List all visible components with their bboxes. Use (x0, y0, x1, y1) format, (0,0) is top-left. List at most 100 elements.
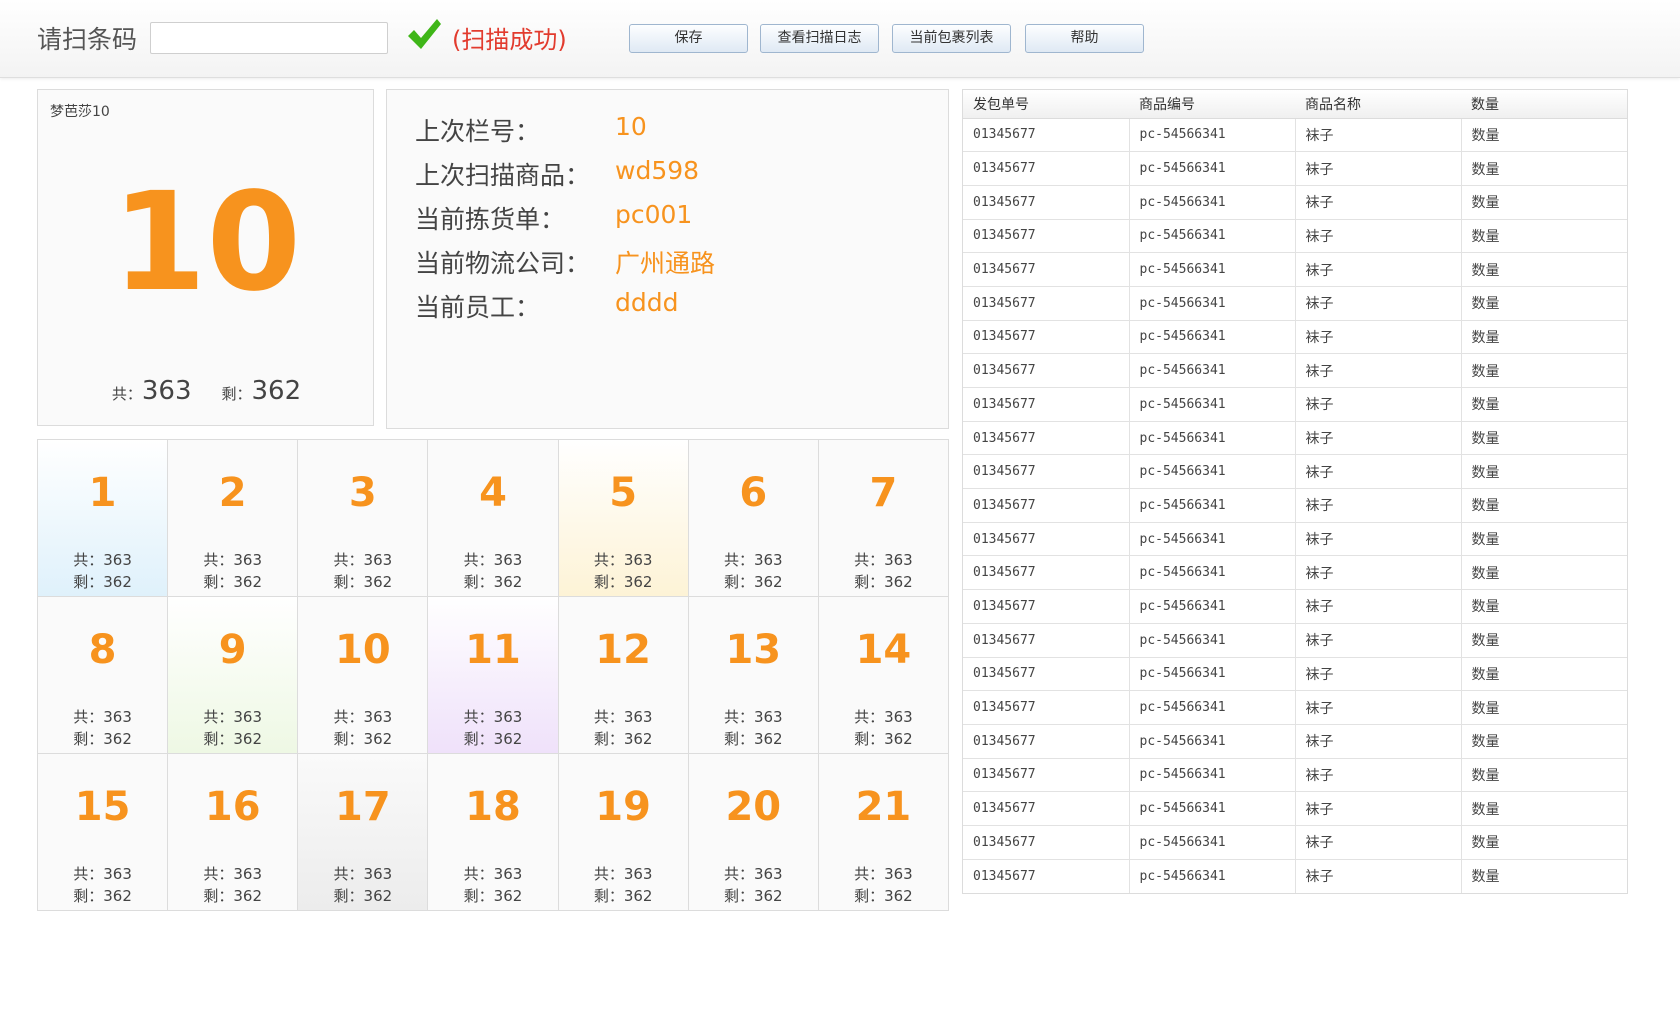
slot-cell-1[interactable]: 1 共：363 剩：362 (38, 440, 169, 597)
slot-cell-19[interactable]: 19 共：363 剩：362 (558, 754, 689, 911)
table-cell: pc-54566341 (1129, 185, 1296, 220)
slot-cell-18[interactable]: 18 共：363 剩：362 (428, 754, 559, 911)
table-row[interactable]: 01345677 pc-54566341 袜子 数量 (963, 724, 1627, 759)
slot-cell-17[interactable]: 17 共：363 剩：362 (298, 754, 429, 911)
table-row[interactable]: 01345677 pc-54566341 袜子 数量 (963, 488, 1627, 523)
table-row[interactable]: 01345677 pc-54566341 袜子 数量 (963, 118, 1627, 153)
cell-remain: 剩：362 (333, 573, 393, 591)
table-cell: 袜子 (1295, 353, 1462, 388)
table-row[interactable]: 01345677 pc-54566341 袜子 数量 (963, 657, 1627, 692)
cell-remain: 剩：362 (593, 887, 653, 905)
table-cell: 01345677 (963, 657, 1130, 692)
col-quantity: 数量 (1461, 90, 1627, 119)
table-row[interactable]: 01345677 pc-54566341 袜子 数量 (963, 825, 1627, 860)
info-value: dddd (615, 288, 679, 317)
table-row[interactable]: 01345677 pc-54566341 袜子 数量 (963, 589, 1627, 624)
table-cell: 数量 (1461, 690, 1627, 725)
table-cell: 01345677 (963, 118, 1130, 153)
checkmark-icon (408, 19, 441, 49)
slot-cell-8[interactable]: 8 共：363 剩：362 (38, 597, 169, 754)
table-row[interactable]: 01345677 pc-54566341 袜子 数量 (963, 623, 1627, 658)
save-button[interactable]: 保存 (629, 24, 748, 53)
slot-cell-16[interactable]: 16 共：363 剩：362 (168, 754, 299, 911)
table-cell: 01345677 (963, 185, 1130, 220)
view-scan-log-button[interactable]: 查看扫描日志 (760, 24, 879, 53)
table-row[interactable]: 01345677 pc-54566341 袜子 数量 (963, 353, 1627, 388)
table-row[interactable]: 01345677 pc-54566341 袜子 数量 (963, 555, 1627, 591)
package-list-button[interactable]: 当前包裹列表 (892, 24, 1011, 53)
table-row[interactable]: 01345677 pc-54566341 袜子 数量 (963, 286, 1627, 321)
cell-total: 共：363 (203, 708, 263, 726)
cell-remain: 剩：362 (854, 573, 913, 591)
slot-cell-4[interactable]: 4 共：363 剩：362 (428, 440, 559, 597)
table-cell: 01345677 (963, 252, 1130, 287)
table-row[interactable]: 01345677 pc-54566341 袜子 数量 (963, 859, 1627, 893)
table-cell: pc-54566341 (1129, 118, 1296, 153)
slot-cell-14[interactable]: 14 共：363 剩：362 (818, 597, 949, 754)
current-slot-panel: 梦芭莎10 10 共：363 剩：362 (37, 89, 374, 426)
cell-num: 15 (74, 784, 131, 830)
table-cell: 数量 (1461, 353, 1627, 388)
help-button[interactable]: 帮助 (1025, 24, 1144, 53)
slot-cell-3[interactable]: 3 共：363 剩：362 (298, 440, 429, 597)
cell-total: 共：363 (463, 551, 523, 569)
slot-cell-12[interactable]: 12 共：363 剩：362 (558, 597, 689, 754)
slot-cell-10[interactable]: 10 共：363 剩：362 (298, 597, 429, 754)
table-row[interactable]: 01345677 pc-54566341 袜子 数量 (963, 151, 1627, 186)
table-cell: pc-54566341 (1129, 555, 1296, 591)
info-value: 10 (615, 112, 647, 141)
cell-num: 16 (204, 784, 261, 830)
table-row[interactable]: 01345677 pc-54566341 袜子 数量 (963, 791, 1627, 826)
slot-cell-5[interactable]: 5 共：363 剩：362 (558, 440, 689, 597)
table-row[interactable]: 01345677 pc-54566341 袜子 数量 (963, 758, 1627, 793)
cell-total: 共：363 (854, 551, 913, 569)
table-cell: 01345677 (963, 353, 1130, 388)
slot-cell-2[interactable]: 2 共：363 剩：362 (168, 440, 299, 597)
table-row[interactable]: 01345677 pc-54566341 袜子 数量 (963, 387, 1627, 422)
table-cell: 袜子 (1295, 488, 1462, 523)
slot-cell-7[interactable]: 7 共：363 剩：362 (818, 440, 949, 597)
cell-num: 6 (739, 470, 768, 516)
table-row[interactable]: 01345677 pc-54566341 袜子 数量 (963, 320, 1627, 355)
cell-remain: 剩：362 (593, 573, 653, 591)
col-product-code: 商品编号 (1129, 90, 1295, 119)
table-cell: 袜子 (1295, 219, 1462, 254)
cell-num: 13 (725, 627, 782, 673)
cell-total: 共：363 (463, 865, 523, 883)
table-cell: pc-54566341 (1129, 219, 1296, 254)
barcode-input[interactable] (150, 22, 388, 54)
cell-num: 5 (609, 470, 638, 516)
slot-cell-9[interactable]: 9 共：363 剩：362 (168, 597, 299, 754)
table-row[interactable]: 01345677 pc-54566341 袜子 数量 (963, 522, 1627, 557)
table-row[interactable]: 01345677 pc-54566341 袜子 数量 (963, 252, 1627, 287)
cell-total: 共：363 (203, 551, 263, 569)
slot-counts: 共：363 剩：362 (38, 376, 375, 406)
slot-cell-21[interactable]: 21 共：363 剩：362 (818, 754, 949, 911)
slot-cell-13[interactable]: 13 共：363 剩：362 (688, 597, 819, 754)
table-row[interactable]: 01345677 pc-54566341 袜子 数量 (963, 421, 1627, 456)
cell-num: 11 (465, 627, 521, 673)
table-cell: 01345677 (963, 589, 1130, 624)
slot-cell-15[interactable]: 15 共：363 剩：362 (38, 754, 169, 911)
table-cell: 数量 (1461, 758, 1627, 793)
table-cell: 01345677 (963, 421, 1130, 456)
table-row[interactable]: 01345677 pc-54566341 袜子 数量 (963, 690, 1627, 725)
table-row[interactable]: 01345677 pc-54566341 袜子 数量 (963, 454, 1627, 490)
table-cell: 01345677 (963, 454, 1130, 490)
cell-total: 共：363 (463, 708, 523, 726)
cell-total: 共：363 (333, 708, 393, 726)
slot-cell-6[interactable]: 6 共：363 剩：362 (688, 440, 819, 597)
table-row[interactable]: 01345677 pc-54566341 袜子 数量 (963, 185, 1627, 220)
table-cell: 袜子 (1295, 286, 1462, 321)
table-cell: 袜子 (1295, 623, 1462, 658)
table-cell: 01345677 (963, 522, 1130, 557)
cell-total: 共：363 (333, 865, 393, 883)
table-cell: 袜子 (1295, 185, 1462, 220)
slot-cell-20[interactable]: 20 共：363 剩：362 (688, 754, 819, 911)
table-cell: pc-54566341 (1129, 791, 1296, 826)
slot-cell-11[interactable]: 11 共：363 剩：362 (428, 597, 559, 754)
table-cell: pc-54566341 (1129, 387, 1296, 422)
table-row[interactable]: 01345677 pc-54566341 袜子 数量 (963, 219, 1627, 254)
table-cell: pc-54566341 (1129, 353, 1296, 388)
table-cell: 袜子 (1295, 454, 1462, 490)
